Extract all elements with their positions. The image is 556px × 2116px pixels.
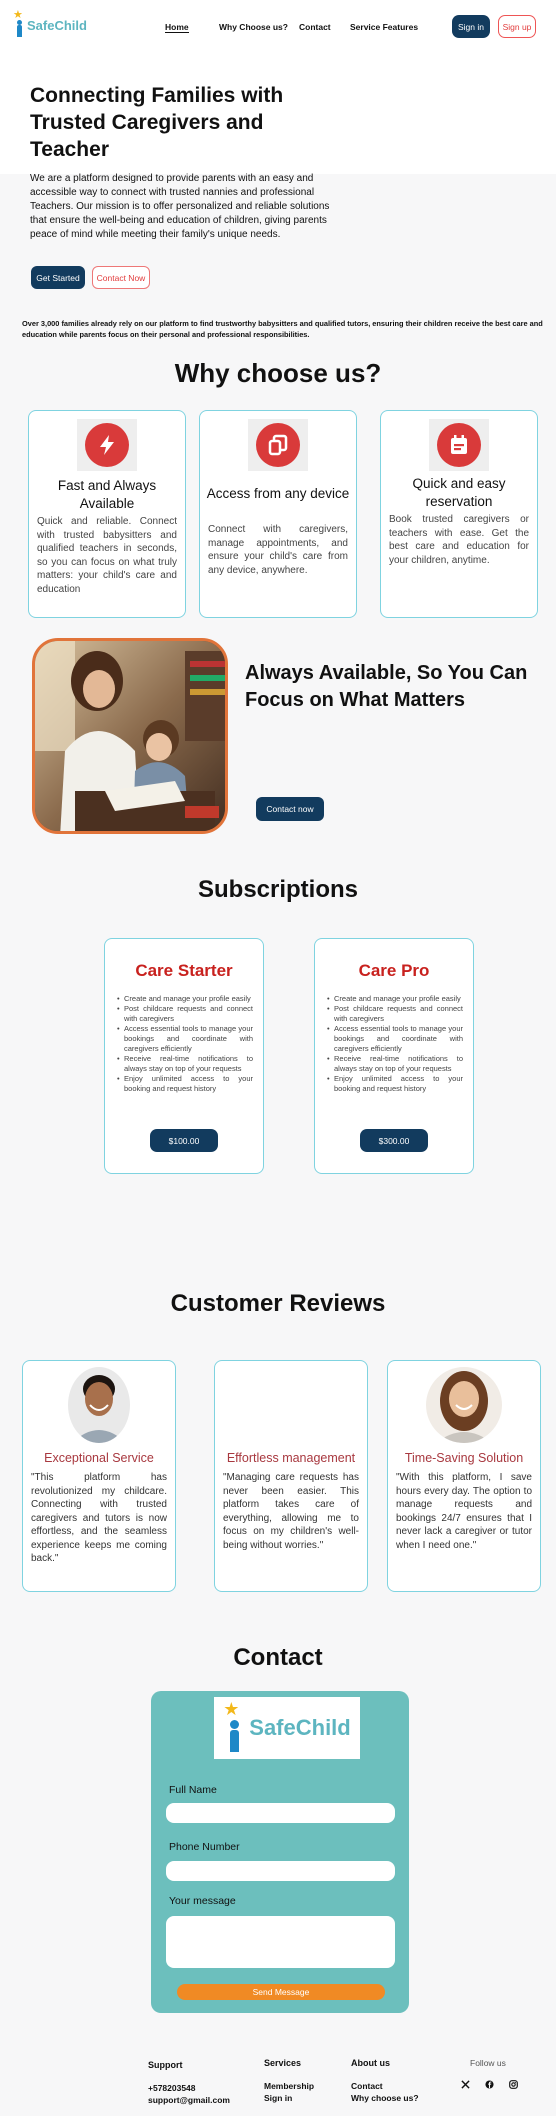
plan-name: Care Starter bbox=[135, 961, 233, 980]
logo[interactable]: ★ SafeChild bbox=[13, 10, 87, 38]
review-title: Exceptional Service bbox=[44, 1451, 154, 1465]
plan-price-button[interactable]: $300.00 bbox=[360, 1129, 428, 1152]
plan-price-button[interactable]: $100.00 bbox=[150, 1129, 218, 1152]
plan-feature: Post childcare requests and connect with… bbox=[327, 1004, 463, 1024]
nav-link-why[interactable]: Why Choose us? bbox=[219, 22, 288, 32]
feature-card: Quick and easy reservation Book trusted … bbox=[380, 410, 538, 618]
feature-title: Access from any device bbox=[206, 486, 350, 501]
contact-title: Contact bbox=[233, 1644, 323, 1671]
send-message-button[interactable]: Send Message bbox=[177, 1984, 385, 2000]
footer-follow-heading: Follow us bbox=[470, 2058, 506, 2068]
twitter-icon[interactable] bbox=[459, 2080, 471, 2091]
footer-services-heading: Services bbox=[264, 2058, 302, 2068]
plan-feature: Access essential tools to manage your bo… bbox=[327, 1024, 463, 1054]
contact-form: ★ SafeChild Full Name Phone Number Your … bbox=[151, 1691, 409, 2013]
reviewer-avatar bbox=[426, 1367, 502, 1443]
feature-card: Fast and Always Available Quick and reli… bbox=[28, 410, 186, 618]
nav-link-home[interactable]: Home bbox=[165, 22, 189, 33]
feature-title: Quick and easy reservation bbox=[412, 476, 506, 509]
message-label: Your message bbox=[169, 1895, 236, 1907]
feature-description: Book trusted caregivers or teachers with… bbox=[389, 514, 529, 566]
message-field[interactable] bbox=[166, 1916, 395, 1968]
plan-feature: Create and manage your profile easily bbox=[117, 994, 253, 1004]
footer-membership-link[interactable]: Membership bbox=[264, 2081, 314, 2091]
plan-card-pro: Care Pro Create and manage your profile … bbox=[314, 938, 474, 1174]
plan-feature: Receive real-time notifications to alway… bbox=[327, 1054, 463, 1074]
plan-feature: Receive real-time notifications to alway… bbox=[117, 1054, 253, 1074]
logo-person-icon: ★ bbox=[223, 1700, 245, 1754]
signin-button[interactable]: Sign in bbox=[452, 15, 490, 38]
families-banner: Over 3,000 families already rely on our … bbox=[22, 319, 543, 339]
footer-contact-link[interactable]: Contact bbox=[351, 2081, 383, 2091]
feature-title: Fast and Always Available bbox=[57, 478, 157, 511]
review-title: Time-Saving Solution bbox=[404, 1451, 524, 1465]
plan-feature-list: Create and manage your profile easily Po… bbox=[117, 994, 253, 1094]
contact-logo: ★ SafeChild bbox=[214, 1697, 360, 1759]
contact-logo-text: SafeChild bbox=[249, 1715, 351, 1740]
feature-card: Access from any device Connect with care… bbox=[199, 410, 357, 618]
review-text: "Managing care requests has never been e… bbox=[223, 1472, 359, 1551]
plan-feature: Create and manage your profile easily bbox=[327, 994, 463, 1004]
footer-why-link[interactable]: Why choose us? bbox=[351, 2093, 419, 2103]
calendar-icon bbox=[437, 423, 481, 467]
footer-phone[interactable]: +578203548 bbox=[148, 2083, 196, 2093]
plan-name: Care Pro bbox=[358, 961, 430, 980]
contact-now-button[interactable]: Contact Now bbox=[92, 266, 150, 289]
footer-signin-link[interactable]: Sign in bbox=[264, 2093, 292, 2103]
plan-feature: Enjoy unlimited access to your booking a… bbox=[327, 1074, 463, 1094]
logo-person-icon: ★ bbox=[13, 10, 24, 38]
why-title: Why choose us? bbox=[174, 358, 382, 388]
plan-feature: Access essential tools to manage your bo… bbox=[117, 1024, 253, 1054]
logo-text: SafeChild bbox=[27, 17, 87, 33]
nav-link-contact[interactable]: Contact bbox=[299, 22, 331, 32]
feature-description: Quick and reliable. Connect with trusted… bbox=[37, 516, 177, 595]
review-card: Exceptional Service "This platform has r… bbox=[22, 1360, 176, 1592]
phone-field[interactable] bbox=[166, 1861, 395, 1881]
full-name-label: Full Name bbox=[169, 1784, 217, 1796]
review-card: Time-Saving Solution "With this platform… bbox=[387, 1360, 541, 1592]
full-name-field[interactable] bbox=[166, 1803, 395, 1823]
available-title: Always Available, So You Can Focus on Wh… bbox=[245, 662, 528, 711]
facebook-icon[interactable] bbox=[483, 2080, 495, 2091]
footer-support-heading: Support bbox=[148, 2060, 183, 2070]
hero-title: Connecting Families with Trusted Caregiv… bbox=[30, 84, 284, 161]
reviewer-avatar bbox=[68, 1367, 130, 1443]
contact-now-button-2[interactable]: Contact now bbox=[256, 797, 324, 821]
instagram-icon[interactable] bbox=[507, 2080, 519, 2091]
feature-description: Connect with caregivers, manage appointm… bbox=[208, 524, 348, 576]
review-card: Effortless management "Managing care req… bbox=[214, 1360, 368, 1592]
review-text: "With this platform, I save hours every … bbox=[396, 1472, 532, 1551]
subscriptions-title: Subscriptions bbox=[197, 876, 359, 903]
plan-feature: Post childcare requests and connect with… bbox=[117, 1004, 253, 1024]
devices-icon bbox=[256, 423, 300, 467]
review-title: Effortless management bbox=[226, 1451, 356, 1465]
reviews-title: Customer Reviews bbox=[170, 1290, 386, 1317]
nav-link-services[interactable]: Service Features bbox=[350, 22, 418, 32]
review-text: "This platform has revolutionized my chi… bbox=[31, 1472, 167, 1564]
phone-label: Phone Number bbox=[169, 1841, 240, 1853]
get-started-button[interactable]: Get Started bbox=[31, 266, 85, 289]
lightning-icon bbox=[85, 423, 129, 467]
plan-card-starter: Care Starter Create and manage your prof… bbox=[104, 938, 264, 1174]
plan-feature-list: Create and manage your profile easily Po… bbox=[327, 994, 463, 1094]
footer-about-heading: About us bbox=[351, 2058, 390, 2068]
mother-child-photo bbox=[32, 638, 228, 834]
signup-button[interactable]: Sign up bbox=[498, 15, 536, 38]
footer-email[interactable]: support@gmail.com bbox=[148, 2095, 230, 2105]
plan-feature: Enjoy unlimited access to your booking a… bbox=[117, 1074, 253, 1094]
top-nav: ★ SafeChild Home Why Choose us? Contact … bbox=[0, 0, 556, 54]
hero-description: We are a platform designed to provide pa… bbox=[30, 173, 330, 240]
